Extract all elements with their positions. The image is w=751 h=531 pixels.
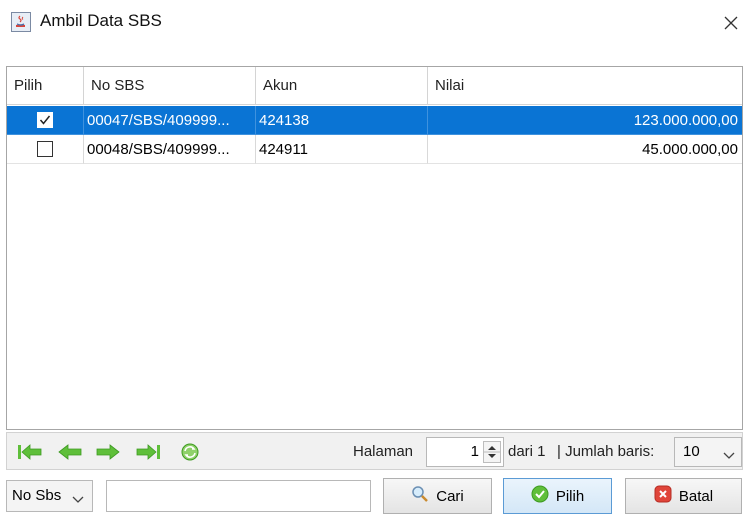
page-number: 1 — [470, 443, 479, 460]
pagination-bar: Halaman 1 dari 1 | Jumlah baris: 10 — [6, 432, 743, 470]
cell-akun: 424138 — [256, 106, 428, 135]
cancel-button[interactable]: Batal — [625, 478, 742, 514]
refresh-icon[interactable] — [179, 442, 205, 462]
row-checkbox[interactable] — [37, 141, 53, 157]
title-bar: Ambil Data SBS — [0, 0, 751, 46]
cell-no-sbs: 00047/SBS/409999... — [84, 106, 256, 135]
total-pages-label: dari 1 — [508, 443, 546, 460]
page-spinner[interactable]: 1 — [426, 437, 504, 467]
cell-nilai: 123.000.000,00 — [428, 106, 742, 135]
chevron-down-icon — [72, 491, 84, 508]
search-input[interactable] — [106, 480, 371, 512]
checkmark-icon — [39, 115, 51, 125]
cell-nilai: 45.000.000,00 — [428, 135, 742, 164]
first-page-icon[interactable] — [17, 442, 43, 462]
cell-akun: 424911 — [256, 135, 428, 164]
rows-per-page-select[interactable]: 10 — [674, 437, 742, 467]
cancel-icon — [654, 485, 672, 507]
close-icon[interactable] — [716, 8, 746, 38]
table-row[interactable]: 00047/SBS/409999... 424138 123.000.000,0… — [7, 106, 742, 135]
search-icon — [411, 485, 429, 507]
java-cup-icon — [11, 12, 31, 32]
chevron-down-icon — [723, 447, 735, 464]
search-bar: No Sbs Cari Pilih Batal — [0, 478, 751, 518]
prev-page-icon[interactable] — [57, 442, 83, 462]
row-checkbox-cell — [7, 106, 84, 135]
column-header-akun[interactable]: Akun — [256, 67, 428, 105]
search-button[interactable]: Cari — [383, 478, 492, 514]
table-row[interactable]: 00048/SBS/409999... 424911 45.000.000,00 — [7, 135, 742, 164]
window-title: Ambil Data SBS — [40, 11, 162, 30]
page-label: Halaman — [353, 443, 414, 460]
select-button-label: Pilih — [555, 487, 585, 505]
rows-count-label: | Jumlah baris: — [557, 443, 655, 460]
spinner-arrows-icon[interactable] — [483, 441, 501, 463]
search-field-value: No Sbs — [12, 487, 62, 504]
next-page-icon[interactable] — [95, 442, 121, 462]
ok-icon — [531, 485, 549, 507]
sbs-table: Pilih No SBS Akun Nilai 00047/SBS/409999… — [6, 66, 743, 430]
rows-per-page-value: 10 — [683, 443, 700, 460]
row-checkbox[interactable] — [37, 112, 53, 128]
column-header-pilih[interactable]: Pilih — [7, 67, 84, 105]
column-header-nilai[interactable]: Nilai — [428, 67, 742, 105]
table-header: Pilih No SBS Akun Nilai — [7, 67, 742, 105]
last-page-icon[interactable] — [135, 442, 161, 462]
cell-no-sbs: 00048/SBS/409999... — [84, 135, 256, 164]
cancel-button-label: Batal — [678, 487, 714, 505]
search-field-select[interactable]: No Sbs — [6, 480, 93, 512]
select-button[interactable]: Pilih — [503, 478, 612, 514]
row-checkbox-cell — [7, 135, 84, 164]
search-button-label: Cari — [436, 487, 464, 505]
column-header-no-sbs[interactable]: No SBS — [84, 67, 256, 105]
